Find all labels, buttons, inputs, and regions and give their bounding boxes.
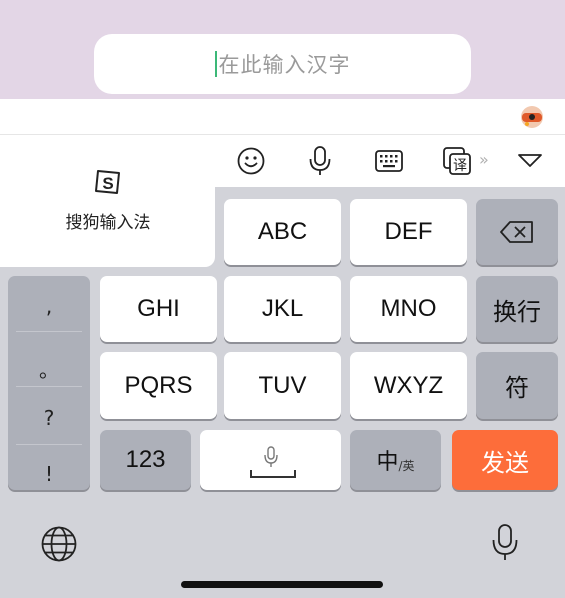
lang-sub-label: /英 bbox=[398, 458, 415, 473]
space-indicator bbox=[250, 470, 296, 478]
key-jkl[interactable]: JKL bbox=[224, 276, 341, 342]
keyboard-switch-button[interactable] bbox=[371, 143, 407, 179]
home-indicator[interactable] bbox=[181, 581, 383, 588]
text-input[interactable]: 在此输入汉字 bbox=[94, 34, 471, 94]
key-pqrs[interactable]: PQRS bbox=[100, 352, 217, 419]
enter-button[interactable]: 换行 bbox=[476, 276, 558, 342]
punctuation-column: , 。 ? ! bbox=[8, 276, 90, 490]
sogou-logo-icon: S bbox=[93, 168, 123, 196]
divider bbox=[16, 386, 82, 387]
divider bbox=[16, 444, 82, 445]
punct-period[interactable]: 。 bbox=[8, 354, 90, 383]
key-wxyz[interactable]: WXYZ bbox=[350, 352, 467, 419]
keyboard-icon bbox=[375, 150, 403, 172]
brand-name: 搜狗输入法 bbox=[65, 213, 151, 233]
backspace-button[interactable] bbox=[476, 199, 558, 265]
punct-comma[interactable]: , bbox=[8, 294, 90, 318]
text-cursor bbox=[214, 51, 217, 77]
globe-icon[interactable] bbox=[40, 525, 78, 563]
language-switch-button[interactable]: 中/英 bbox=[350, 430, 441, 490]
key-def[interactable]: DEF bbox=[350, 199, 467, 265]
svg-text:S: S bbox=[102, 174, 113, 193]
more-arrows-icon[interactable]: » bbox=[479, 150, 489, 169]
translate-icon: 译 bbox=[443, 147, 471, 175]
key-abc[interactable]: ABC bbox=[224, 199, 341, 265]
collapse-triangle-icon bbox=[518, 154, 542, 167]
smiley-icon bbox=[237, 147, 265, 175]
lang-main-label: 中 bbox=[376, 450, 399, 475]
emoji-button[interactable] bbox=[233, 143, 269, 179]
collapse-keyboard-button[interactable] bbox=[512, 143, 548, 179]
send-button[interactable]: 发送 bbox=[452, 430, 558, 490]
candidate-bar bbox=[0, 99, 565, 135]
space-microphone-icon bbox=[264, 446, 278, 467]
mascot-icon[interactable] bbox=[519, 105, 545, 129]
numeric-switch-button[interactable]: 123 bbox=[100, 430, 191, 490]
punct-exclamation[interactable]: ! bbox=[8, 462, 90, 486]
divider bbox=[16, 331, 82, 332]
voice-button[interactable] bbox=[302, 143, 338, 179]
backspace-icon bbox=[500, 221, 533, 243]
key-ghi[interactable]: GHI bbox=[100, 276, 217, 342]
punct-question[interactable]: ? bbox=[8, 406, 90, 430]
symbols-button[interactable]: 符 bbox=[476, 352, 558, 419]
key-tuv[interactable]: TUV bbox=[224, 352, 341, 419]
translate-button[interactable]: 译 bbox=[440, 143, 476, 179]
key-mno[interactable]: MNO bbox=[350, 276, 467, 342]
input-placeholder: 在此输入汉字 bbox=[218, 53, 351, 77]
dictation-microphone-icon[interactable] bbox=[491, 523, 519, 563]
microphone-icon bbox=[309, 146, 331, 175]
svg-text:译: 译 bbox=[453, 158, 467, 174]
